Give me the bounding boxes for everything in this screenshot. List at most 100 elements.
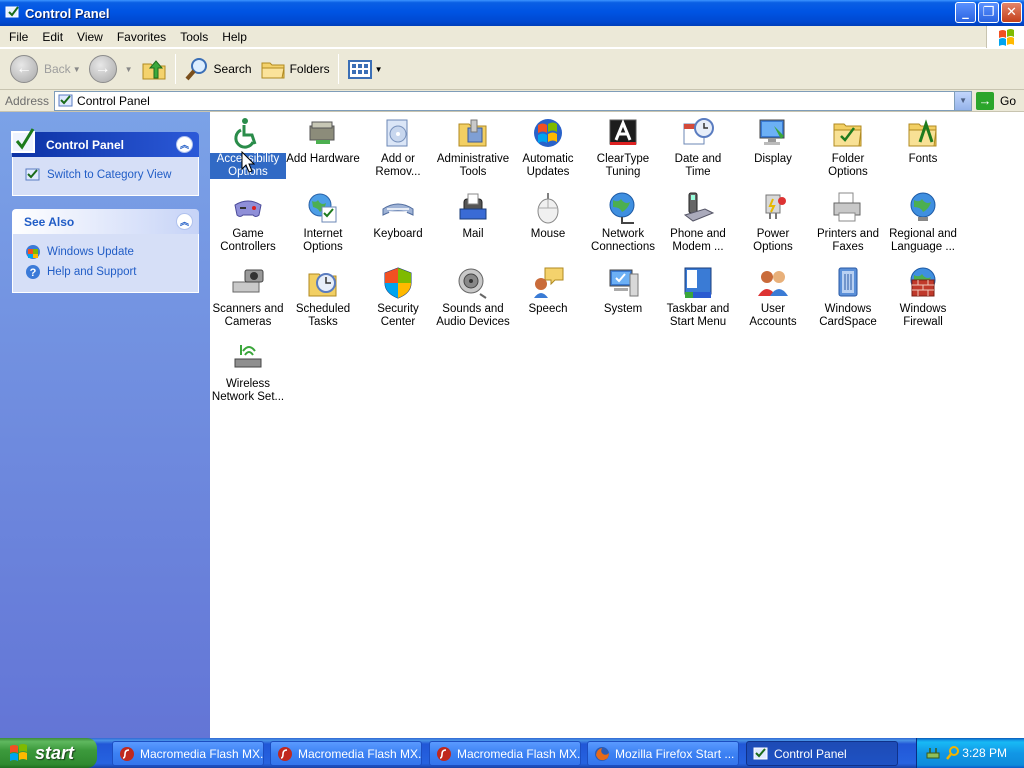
menu-file[interactable]: File <box>0 27 35 47</box>
close-button[interactable]: ✕ <box>1001 2 1022 23</box>
game-controllers-icon <box>234 200 262 217</box>
see-also-header[interactable]: See Also ︽ <box>12 209 199 234</box>
keyboard-icon <box>382 203 414 216</box>
control-panel-task-header[interactable]: Control Panel ︽ <box>11 128 199 157</box>
system-icon <box>609 269 639 297</box>
icon-taskbar-and-start-menu[interactable]: Taskbar and Start Menu <box>660 266 736 329</box>
search-tray-icon[interactable] <box>945 745 961 761</box>
address-input[interactable]: Control Panel ▼ <box>54 90 973 111</box>
icon-fonts[interactable]: Fonts <box>885 116 961 166</box>
title-bar[interactable]: Control Panel _ ❐ ✕ <box>0 0 1024 26</box>
icon-internet-options[interactable]: Internet Options <box>285 191 361 254</box>
icon-phone-and-modem[interactable]: Phone and Modem ... <box>660 191 736 254</box>
taskbar-button-firefox[interactable]: Mozilla Firefox Start ... <box>587 741 739 766</box>
icon-regional-and-language[interactable]: Regional and Language ... <box>885 191 961 254</box>
sounds-audio-icon <box>458 268 487 299</box>
windows-logo-icon <box>986 26 1024 48</box>
dropdown-arrow-icon[interactable]: ▼ <box>73 65 81 74</box>
icon-mail[interactable]: Mail <box>435 191 511 241</box>
menu-help[interactable]: Help <box>215 27 254 47</box>
back-button[interactable]: ← Back ▼ <box>6 51 85 87</box>
menu-bar: File Edit View Favorites Tools Help <box>0 26 1024 48</box>
toolbar-separator <box>337 54 339 84</box>
switch-to-category-view-link[interactable]: Switch to Category View <box>25 165 198 185</box>
icon-windows-firewall[interactable]: Windows Firewall <box>885 266 961 329</box>
icon-network-connections[interactable]: Network Connections <box>585 191 661 254</box>
control-panel-icon <box>11 128 35 153</box>
icon-scheduled-tasks[interactable]: Scheduled Tasks <box>285 266 361 329</box>
task-pane: Control Panel ︽ Switch to Category View … <box>0 112 210 738</box>
date-time-icon <box>683 118 714 145</box>
up-folder-icon <box>142 60 166 80</box>
administrative-tools-icon <box>458 119 487 147</box>
collapse-chevron-icon[interactable]: ︽ <box>176 213 193 230</box>
control-panel-items-view[interactable]: Accessibility Options Add Hardware Add o… <box>210 112 1024 738</box>
close-icon: ✕ <box>1006 5 1017 20</box>
taskbar-button-control-panel[interactable]: Control Panel <box>746 741 898 766</box>
control-panel-icon <box>753 747 768 759</box>
icon-keyboard[interactable]: Keyboard <box>360 191 436 241</box>
icon-user-accounts[interactable]: User Accounts <box>735 266 811 329</box>
icon-security-center[interactable]: Security Center <box>360 266 436 329</box>
help-and-support-link[interactable]: ? Help and Support <box>25 262 198 282</box>
menu-tools[interactable]: Tools <box>173 27 215 47</box>
taskbar-button-flash-2[interactable]: Macromedia Flash MX... <box>270 741 422 766</box>
icon-scanners-and-cameras[interactable]: Scanners and Cameras <box>210 266 286 329</box>
views-button[interactable]: ▼ <box>343 51 387 87</box>
collapse-chevron-icon[interactable]: ︽ <box>176 136 193 153</box>
folders-icon <box>261 62 285 79</box>
menu-edit[interactable]: Edit <box>35 27 70 47</box>
up-folder-button[interactable] <box>137 51 171 87</box>
taskbar-button-flash-1[interactable]: Macromedia Flash MX... <box>112 741 264 766</box>
icon-windows-cardspace[interactable]: Windows CardSpace <box>810 266 886 329</box>
help-icon: ? <box>26 265 40 279</box>
minimize-icon: _ <box>962 5 969 20</box>
printers-faxes-icon <box>833 192 861 222</box>
minimize-button[interactable]: _ <box>955 2 976 23</box>
firewall-icon <box>910 267 936 297</box>
taskbar-button-flash-3[interactable]: Macromedia Flash MX... <box>429 741 581 766</box>
dropdown-arrow-icon: ▼ <box>374 64 383 74</box>
icon-cleartype-tuning[interactable]: ClearType Tuning <box>585 116 661 179</box>
icon-date-and-time[interactable]: Date and Time <box>660 116 736 179</box>
folders-button[interactable]: Folders <box>256 51 334 87</box>
icon-power-options[interactable]: Power Options <box>735 191 811 254</box>
icon-system[interactable]: System <box>585 266 661 316</box>
icon-display[interactable]: Display <box>735 116 811 166</box>
help-and-support-label: Help and Support <box>47 266 137 278</box>
taskbar: start Macromedia Flash MX... Macromedia … <box>0 738 1024 768</box>
icon-game-controllers[interactable]: Game Controllers <box>210 191 286 254</box>
go-button[interactable]: → Go <box>976 91 1016 110</box>
search-button[interactable]: Search <box>180 51 256 87</box>
dropdown-arrow-icon[interactable]: ▼ <box>125 65 133 74</box>
icon-sounds-and-audio[interactable]: Sounds and Audio Devices <box>435 266 511 329</box>
toolbar-separator <box>174 54 176 84</box>
menu-view[interactable]: View <box>70 27 110 47</box>
icon-wireless-network-setup[interactable]: Wireless Network Set... <box>210 341 286 404</box>
forward-button[interactable]: → ▼ <box>85 51 137 87</box>
icon-add-remove-programs[interactable]: Add or Remov... <box>360 116 436 179</box>
menu-favorites[interactable]: Favorites <box>110 27 173 47</box>
icon-speech[interactable]: Speech <box>510 266 586 316</box>
speech-icon <box>534 267 564 298</box>
add-remove-programs-icon <box>386 119 408 147</box>
icon-mouse[interactable]: Mouse <box>510 191 586 241</box>
icon-add-hardware[interactable]: Add Hardware <box>285 116 361 166</box>
start-label: start <box>35 742 75 763</box>
back-label: Back <box>44 62 71 76</box>
security-center-icon <box>384 267 412 299</box>
network-tray-icon[interactable] <box>925 745 941 761</box>
clock[interactable]: 3:28 PM <box>962 746 1007 760</box>
address-dropdown-icon[interactable]: ▼ <box>954 91 972 110</box>
control-panel-task-box: Control Panel ︽ Switch to Category View <box>11 128 199 196</box>
icon-automatic-updates[interactable]: Automatic Updates <box>510 116 586 179</box>
icon-printers-and-faxes[interactable]: Printers and Faxes <box>810 191 886 254</box>
icon-folder-options[interactable]: Folder Options <box>810 116 886 179</box>
icon-administrative-tools[interactable]: Administrative Tools <box>435 116 511 179</box>
network-connections-icon <box>609 192 635 224</box>
windows-update-link[interactable]: Windows Update <box>25 242 198 262</box>
accessibility-icon <box>234 118 257 149</box>
start-button[interactable]: start <box>0 738 97 768</box>
maximize-button[interactable]: ❐ <box>978 2 999 23</box>
display-icon <box>759 119 785 145</box>
